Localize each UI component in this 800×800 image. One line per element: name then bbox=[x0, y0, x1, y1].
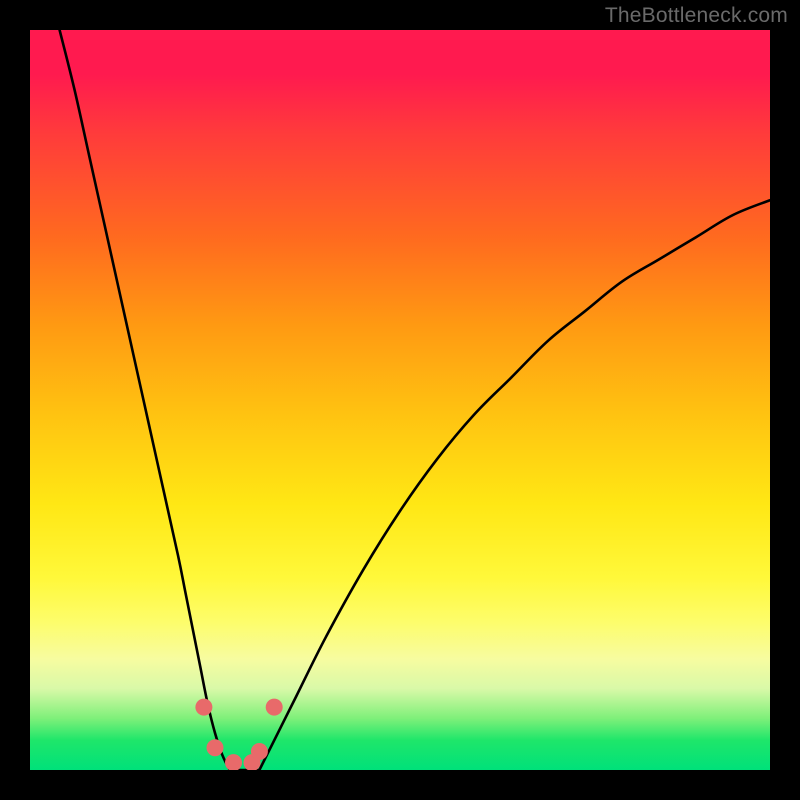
chart-plot-area bbox=[30, 30, 770, 770]
curve-right-branch bbox=[259, 200, 770, 770]
bottleneck-marker bbox=[266, 699, 283, 716]
bottleneck-marker bbox=[251, 743, 268, 760]
bottleneck-marker bbox=[195, 699, 212, 716]
marker-group bbox=[195, 699, 282, 770]
bottleneck-marker bbox=[207, 739, 224, 756]
curve-group bbox=[60, 30, 770, 770]
watermark-text: TheBottleneck.com bbox=[605, 4, 788, 28]
chart-svg bbox=[30, 30, 770, 770]
curve-left-branch bbox=[60, 30, 230, 770]
bottleneck-marker bbox=[225, 754, 242, 770]
chart-frame: TheBottleneck.com bbox=[0, 0, 800, 800]
